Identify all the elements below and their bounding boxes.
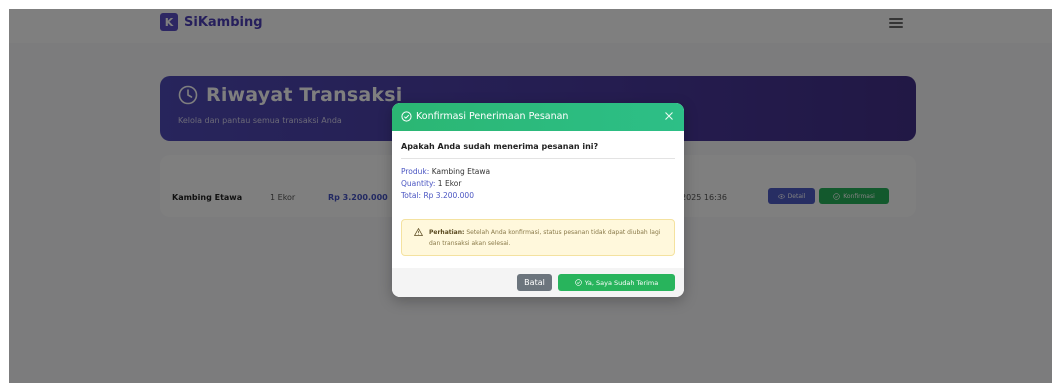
confirm-received-label: Ya, Saya Sudah Terima [584, 278, 659, 287]
modal-header: Konfirmasi Penerimaan Pesanan [392, 103, 684, 131]
modal-title: Konfirmasi Penerimaan Pesanan [401, 111, 568, 122]
quantity-label: Quantity: [401, 179, 436, 188]
warning-label: Perhatian: [429, 229, 465, 236]
check-circle-icon [575, 279, 582, 286]
confirm-received-button[interactable]: Ya, Saya Sudah Terima [558, 274, 675, 291]
modal-title-text: Konfirmasi Penerimaan Pesanan [416, 111, 569, 122]
close-icon[interactable] [664, 111, 674, 121]
quantity-value: 1 Ekor [437, 179, 462, 188]
modal-body: Apakah Anda sudah menerima pesanan ini? … [392, 131, 684, 268]
total-info: Total: Rp 3.200.000 [401, 191, 474, 200]
divider [401, 158, 675, 159]
modal-question: Apakah Anda sudah menerima pesanan ini? [401, 142, 599, 151]
product-label: Produk: [401, 167, 430, 176]
confirmation-modal: Konfirmasi Penerimaan Pesanan Apakah And… [392, 103, 684, 297]
warning-triangle-icon [414, 228, 423, 236]
total-label: Total: [401, 191, 422, 200]
product-value: Kambing Etawa [431, 167, 491, 176]
product-info: Produk: Kambing Etawa [401, 167, 490, 176]
cancel-button[interactable]: Batal [517, 274, 552, 291]
warning-message: Setelah Anda konfirmasi, status pesanan … [429, 229, 661, 247]
check-circle-icon [401, 111, 412, 122]
warning-text: Perhatian: Setelah Anda konfirmasi, stat… [429, 227, 669, 249]
quantity-info: Quantity: 1 Ekor [401, 179, 461, 188]
total-value: Rp 3.200.000 [423, 191, 474, 200]
warning-alert: Perhatian: Setelah Anda konfirmasi, stat… [401, 219, 675, 256]
app-screen: K SiKambing Riwayat Transaksi Kelola dan… [9, 9, 1052, 383]
